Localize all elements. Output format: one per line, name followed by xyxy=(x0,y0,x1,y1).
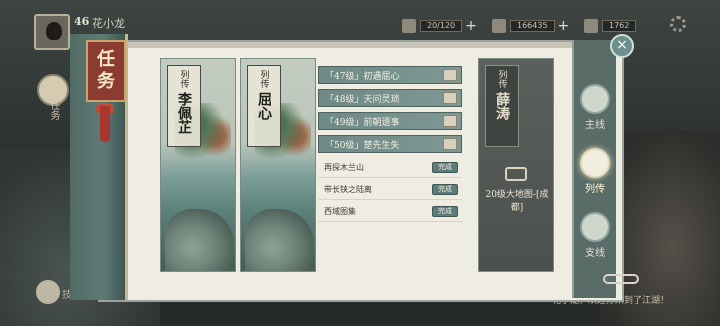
card-rock xyxy=(245,209,313,271)
hero-card-li-peizhi[interactable]: 列传 李佩芷 xyxy=(160,58,236,272)
quest-status-badge: 完成 xyxy=(432,162,458,173)
quest-row[interactable]: 带长铗之陆离 完成 xyxy=(318,180,462,200)
expand-arrow-icon[interactable] xyxy=(603,274,639,284)
hero-card-kind: 列传 xyxy=(258,70,269,88)
resource-coin-value: 166435 xyxy=(510,20,555,32)
reward-chest-icon[interactable] xyxy=(443,69,457,81)
quest-chapter[interactable]: 「49级」前朝遗事 xyxy=(318,112,462,130)
panel-title-char-1: 任 xyxy=(97,49,115,70)
close-button[interactable]: × xyxy=(610,34,634,58)
player-avatar[interactable] xyxy=(34,14,70,50)
quest-chapter-label: 「47级」初遇屈心 xyxy=(325,71,400,82)
lock-icon xyxy=(505,167,527,181)
tab-main-quest[interactable]: 主线 xyxy=(578,84,612,146)
player-level: 46 xyxy=(74,15,90,28)
reward-chest-icon[interactable] xyxy=(443,115,457,127)
tab-side-quest[interactable]: 支线 xyxy=(578,212,612,274)
quest-chapter-label: 「48级」天问灵琐 xyxy=(325,94,400,105)
tab-label: 列传 xyxy=(585,184,605,195)
panel-header-strip xyxy=(100,42,622,48)
add-jade-button[interactable]: + xyxy=(465,18,477,34)
panel-title: 任 务 xyxy=(86,40,126,102)
quest-chapter[interactable]: 「47级」初遇屈心 xyxy=(318,66,462,84)
hero-card-tag: 列传 李佩芷 xyxy=(167,65,201,147)
quest-chapter[interactable]: 「50级」楚先生失 xyxy=(318,135,462,153)
hero-card-tag: 列传 屈心 xyxy=(247,65,281,147)
tab-label: 支线 xyxy=(585,248,605,259)
hero-card-kind: 列传 xyxy=(496,70,507,88)
resource-ingot-value: 1762 xyxy=(602,20,637,32)
quest-chapter[interactable]: 「48级」天问灵琐 xyxy=(318,89,462,107)
gear-icon[interactable] xyxy=(670,16,686,32)
quest-row[interactable]: 西域图集 完成 xyxy=(318,202,462,222)
add-coin-button[interactable]: + xyxy=(558,18,570,34)
skill-icon[interactable] xyxy=(36,280,60,304)
tab-biography[interactable]: 列传 xyxy=(578,148,612,210)
hero-card-xue-tao[interactable]: 列传 薛涛 20级大地图-[成都] xyxy=(478,58,554,272)
side-quest-icon xyxy=(580,212,610,242)
quest-row[interactable]: 再探木兰山 完成 xyxy=(318,158,462,178)
card-rock xyxy=(165,209,233,271)
reward-chest-icon[interactable] xyxy=(443,92,457,104)
resource-ingot: 1762 xyxy=(584,18,637,34)
quest-row-label: 带长铗之陆离 xyxy=(324,185,372,194)
ingot-icon xyxy=(584,19,598,33)
tab-label: 主线 xyxy=(585,120,605,131)
resource-coin: 166435 + xyxy=(492,18,569,34)
panel-title-char-2: 务 xyxy=(97,71,115,92)
quest-row-label: 再探木兰山 xyxy=(324,163,364,172)
player-name: 花小龙 xyxy=(92,17,125,30)
coin-icon xyxy=(492,19,506,33)
quest-status-badge: 完成 xyxy=(432,184,458,195)
jade-icon xyxy=(402,19,416,33)
hero-card-tag: 列传 薛涛 xyxy=(485,65,519,147)
hero-card-kind: 列传 xyxy=(178,70,189,88)
quest-status-badge: 完成 xyxy=(432,206,458,217)
quest-row-label: 西域图集 xyxy=(324,207,356,216)
hero-card-unlock-condition: 20级大地图-[成都] xyxy=(485,190,549,213)
resource-jade: 20/120 + xyxy=(402,18,477,34)
main-quest-icon xyxy=(580,84,610,114)
hero-card-name: 薛涛 xyxy=(494,92,510,120)
hero-card-name: 李佩芷 xyxy=(176,92,192,134)
reward-chest-icon[interactable] xyxy=(443,138,457,150)
hero-card-name: 屈心 xyxy=(256,92,272,120)
title-tassel-decoration xyxy=(100,106,110,142)
hero-card-qu-xin[interactable]: 列传 屈心 xyxy=(240,58,316,272)
task-shortcut-label: 任务 xyxy=(48,100,59,120)
quest-chapter-label: 「50级」楚先生失 xyxy=(325,140,400,151)
resource-jade-value: 20/120 xyxy=(420,20,463,32)
quest-list: 「47级」初遇屈心 「48级」天问灵琐 「49级」前朝遗事 「50级」楚先生失 … xyxy=(318,66,462,224)
biography-icon xyxy=(580,148,610,178)
quest-chapter-label: 「49级」前朝遗事 xyxy=(325,117,400,128)
